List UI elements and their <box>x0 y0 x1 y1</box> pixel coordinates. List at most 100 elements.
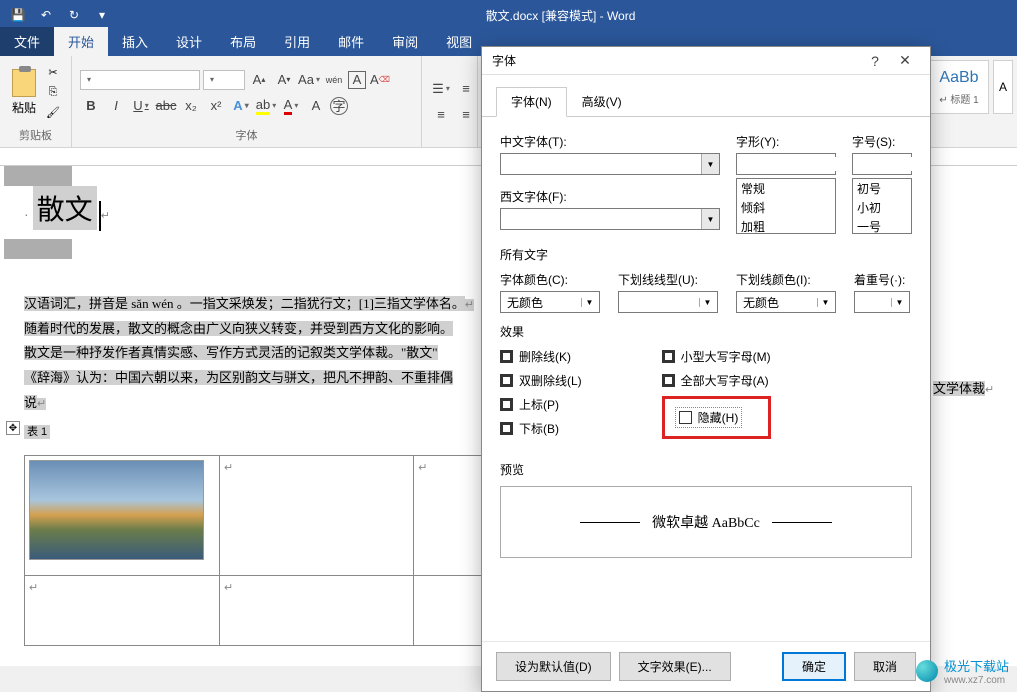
clipboard-group-label: 剪贴板 <box>8 125 63 143</box>
style-more[interactable]: A <box>993 60 1013 114</box>
subscript-checkbox[interactable] <box>500 422 513 435</box>
styles-gallery: AaBb ↵ 标题 1 A <box>925 56 1017 147</box>
cancel-button[interactable]: 取消 <box>854 652 916 681</box>
emphasis-combo[interactable]: ▼ <box>854 291 910 313</box>
preview-box: 微软卓越 AaBbCc <box>500 486 912 558</box>
table-cell[interactable] <box>25 456 220 576</box>
tab-view[interactable]: 视图 <box>432 27 486 56</box>
en-font-label: 西文字体(F): <box>500 188 720 205</box>
tab-file[interactable]: 文件 <box>0 27 54 56</box>
undo-icon[interactable]: ↶ <box>36 5 56 25</box>
phonetic-guide-button[interactable]: wén <box>323 69 345 91</box>
preview-label: 预览 <box>500 461 912 478</box>
text-effects-button[interactable]: 文字效果(E)... <box>619 652 731 681</box>
char-border-button[interactable]: A <box>348 71 366 89</box>
smallcaps-checkbox[interactable] <box>662 350 675 363</box>
dialog-title: 字体 <box>492 52 860 69</box>
font-group-label: 字体 <box>80 125 413 143</box>
font-color-combo[interactable]: 无颜色 ▼ <box>500 291 600 313</box>
allcaps-checkbox[interactable] <box>662 374 675 387</box>
bold-button[interactable]: B <box>80 95 102 117</box>
paste-button[interactable]: 粘贴 <box>8 65 40 120</box>
superscript-button[interactable]: x² <box>205 95 227 117</box>
underline-button[interactable]: U▾ <box>130 95 152 117</box>
table-move-handle[interactable]: ✥ <box>6 421 20 435</box>
font-size-combo[interactable]: ▾ <box>203 70 245 90</box>
redo-icon[interactable]: ↻ <box>64 5 84 25</box>
tab-font-basic[interactable]: 字体(N) <box>496 87 567 117</box>
change-case-button[interactable]: Aa▾ <box>298 69 320 91</box>
image-landscape[interactable] <box>29 460 204 560</box>
chevron-down-icon[interactable]: ▼ <box>701 154 719 174</box>
tab-insert[interactable]: 插入 <box>108 27 162 56</box>
tab-font-advanced[interactable]: 高级(V) <box>567 87 637 116</box>
ok-button[interactable]: 确定 <box>782 652 846 681</box>
bullets-button[interactable]: ☰▾ <box>430 78 452 100</box>
table-cell[interactable] <box>414 576 484 646</box>
tab-home[interactable]: 开始 <box>54 27 108 56</box>
font-style-label: 字形(Y): <box>736 133 836 150</box>
italic-button[interactable]: I <box>105 95 127 117</box>
font-style-list[interactable]: 常规 倾斜 加粗 <box>736 178 836 234</box>
chevron-down-icon: ▼ <box>699 298 715 307</box>
char-shading-button[interactable]: A <box>305 95 327 117</box>
cn-font-label: 中文字体(T): <box>500 133 720 150</box>
window-title: 散文.docx [兼容模式] - Word <box>112 7 1009 24</box>
grow-font-button[interactable]: A▴ <box>248 69 270 91</box>
font-size-label: 字号(S): <box>852 133 912 150</box>
table-cell[interactable]: ↵ <box>219 456 413 576</box>
underline-color-combo[interactable]: 无颜色 ▼ <box>736 291 836 313</box>
cn-font-input[interactable] <box>501 157 701 171</box>
table-cell[interactable]: ↵ <box>219 576 413 646</box>
table-caption: 表 1 <box>24 425 50 439</box>
title-bar: 💾 ↶ ↻ ▾ 散文.docx [兼容模式] - Word <box>0 0 1017 30</box>
font-size-input[interactable] <box>852 153 912 175</box>
shrink-font-button[interactable]: A▾ <box>273 69 295 91</box>
align-center-button[interactable]: ≡ <box>455 104 477 126</box>
text-effects-button[interactable]: A▾ <box>230 95 252 117</box>
superscript-checkbox[interactable] <box>500 398 513 411</box>
cut-icon[interactable]: ✂ <box>44 64 62 82</box>
qat-customize-icon[interactable]: ▾ <box>92 5 112 25</box>
underline-color-label: 下划线颜色(I): <box>736 271 836 288</box>
tab-review[interactable]: 审阅 <box>378 27 432 56</box>
clear-format-button[interactable]: A⌫ <box>369 69 391 91</box>
numbering-button[interactable]: ≡ <box>455 78 477 100</box>
tab-references[interactable]: 引用 <box>270 27 324 56</box>
format-painter-icon[interactable]: 🖌 <box>44 104 62 122</box>
font-family-combo[interactable]: ▾ <box>80 70 200 90</box>
highlight-button[interactable]: ab▾ <box>255 95 277 117</box>
dialog-titlebar[interactable]: 字体 ? ✕ <box>482 47 930 75</box>
cn-font-combo[interactable]: ▼ <box>500 153 720 175</box>
font-size-list[interactable]: 初号 小初 一号 <box>852 178 912 234</box>
align-left-button[interactable]: ≡ <box>430 104 452 126</box>
style-heading1[interactable]: AaBb ↵ 标题 1 <box>929 60 989 114</box>
table-cell[interactable]: ↵ <box>25 576 220 646</box>
tab-design[interactable]: 设计 <box>162 27 216 56</box>
chevron-down-icon: ▼ <box>891 298 907 307</box>
table-cell[interactable]: ↵ <box>414 456 484 576</box>
underline-style-combo[interactable]: ▼ <box>618 291 718 313</box>
all-text-label: 所有文字 <box>500 246 912 263</box>
subscript-button[interactable]: x₂ <box>180 95 202 117</box>
hidden-highlight: 隐藏(H) <box>662 396 771 439</box>
help-button[interactable]: ? <box>860 49 890 73</box>
strike-button[interactable]: abc <box>155 95 177 117</box>
en-font-combo[interactable]: ▼ <box>500 208 720 230</box>
save-icon[interactable]: 💾 <box>8 5 28 25</box>
tab-mailings[interactable]: 邮件 <box>324 27 378 56</box>
strike-checkbox[interactable] <box>500 350 513 363</box>
hidden-checkbox[interactable] <box>679 411 692 424</box>
en-font-input[interactable] <box>501 212 701 226</box>
close-button[interactable]: ✕ <box>890 49 920 73</box>
enclose-char-button[interactable]: 字 <box>330 97 348 115</box>
tab-layout[interactable]: 布局 <box>216 27 270 56</box>
chevron-down-icon[interactable]: ▼ <box>701 209 719 229</box>
dstrike-checkbox[interactable] <box>500 374 513 387</box>
copy-icon[interactable]: ⎘ <box>44 84 62 102</box>
font-style-input[interactable] <box>736 153 836 175</box>
font-color-button[interactable]: A▾ <box>280 95 302 117</box>
dialog-tabs: 字体(N) 高级(V) <box>482 75 930 117</box>
set-default-button[interactable]: 设为默认值(D) <box>496 652 611 681</box>
chevron-down-icon: ▼ <box>817 298 833 307</box>
